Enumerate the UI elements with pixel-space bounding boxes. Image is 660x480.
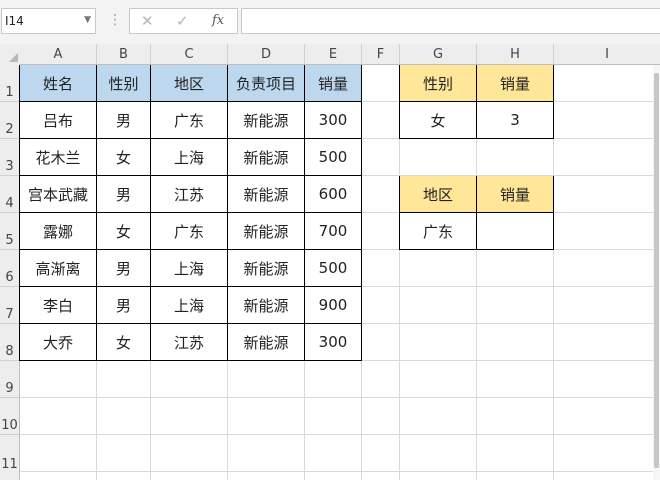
row-header-4[interactable]: 4 [0,176,20,213]
gridline [20,434,660,435]
table-header-cell[interactable]: 性别 [97,65,151,102]
table-cell[interactable]: 新能源 [228,176,305,213]
name-box-value: I14 [5,14,24,28]
column-header-f[interactable]: F [362,44,400,64]
table-cell[interactable]: 江苏 [151,176,228,213]
insert-function-icon[interactable]: fx [212,13,224,28]
row-header-3[interactable]: 3 [0,139,20,176]
row-header-7[interactable]: 7 [0,287,20,324]
formula-input[interactable] [241,8,660,34]
row-number: 3 [5,159,14,174]
lookup-header-cell[interactable]: 地区 [400,176,477,213]
table-cell[interactable]: 500 [305,250,362,287]
formula-buttons: ✕ ✓ fx [129,8,238,34]
table-cell[interactable]: 李白 [20,287,97,324]
table-cell[interactable]: 露娜 [20,213,97,250]
row-number: 10 [1,418,18,433]
table-cell[interactable]: 新能源 [228,324,305,361]
table-cell[interactable]: 女 [97,213,151,250]
chevron-down-icon[interactable]: ▼ [84,15,91,25]
vertical-scrollbar[interactable] [653,65,660,480]
row-number: 4 [5,196,14,211]
table-cell[interactable]: 上海 [151,250,228,287]
table-cell[interactable]: 男 [97,102,151,139]
row-number: 9 [5,381,14,396]
drag-handle-icon[interactable]: ⋮ [108,10,122,30]
table-cell[interactable]: 新能源 [228,139,305,176]
row-header-1[interactable]: 1 [0,65,20,102]
table-cell[interactable]: 男 [97,176,151,213]
table-cell[interactable]: 新能源 [228,213,305,250]
table-header-cell[interactable]: 地区 [151,65,228,102]
row-number: 5 [5,233,14,248]
row-number: 2 [5,122,14,137]
row-header-9[interactable]: 9 [0,361,20,398]
table-cell[interactable]: 500 [305,139,362,176]
row-header-11[interactable]: 11 [0,435,20,480]
column-header-d[interactable]: D [228,44,305,64]
select-all-corner[interactable] [0,44,20,65]
column-header-i[interactable]: I [554,44,660,64]
table-cell[interactable]: 女 [97,139,151,176]
table-cell[interactable]: 男 [97,287,151,324]
table-cell[interactable]: 大乔 [20,324,97,361]
table-cell[interactable]: 女 [97,324,151,361]
table-cell[interactable]: 900 [305,287,362,324]
table-cell[interactable]: 上海 [151,287,228,324]
lookup-result-cell[interactable] [477,213,554,250]
lookup-header-cell[interactable]: 销量 [477,65,554,102]
lookup-header-cell[interactable]: 性别 [400,65,477,102]
table-cell[interactable]: 江苏 [151,324,228,361]
row-number: 6 [5,270,14,285]
table-cell[interactable]: 上海 [151,139,228,176]
table-cell[interactable]: 男 [97,250,151,287]
enter-icon[interactable]: ✓ [176,12,189,30]
table-header-cell[interactable]: 负责项目 [228,65,305,102]
formula-bar: I14 ▼ ⋮ ✕ ✓ fx [0,0,660,44]
table-cell[interactable]: 600 [305,176,362,213]
table-cell[interactable]: 高渐离 [20,250,97,287]
table-cell[interactable]: 700 [305,213,362,250]
row-header-6[interactable]: 6 [0,250,20,287]
table-cell[interactable]: 宫本武藏 [20,176,97,213]
table-cell[interactable]: 广东 [151,102,228,139]
select-all-icon [9,53,18,62]
table-cell[interactable]: 新能源 [228,287,305,324]
lookup-header-cell[interactable]: 销量 [477,176,554,213]
table-cell[interactable]: 300 [305,324,362,361]
lookup-criteria-cell[interactable]: 女 [400,102,477,139]
table-cell[interactable]: 广东 [151,213,228,250]
table-cell[interactable]: 吕布 [20,102,97,139]
gridline [20,397,660,398]
row-number: 7 [5,307,14,322]
table-header-cell[interactable]: 销量 [305,65,362,102]
name-box[interactable]: I14 ▼ [1,8,96,34]
gridline [20,471,660,472]
scrollbar-thumb[interactable] [654,73,659,468]
table-cell[interactable]: 新能源 [228,250,305,287]
table-cell[interactable]: 300 [305,102,362,139]
table-header-cell[interactable]: 姓名 [20,65,97,102]
lookup-result-cell[interactable]: 3 [477,102,554,139]
column-header-c[interactable]: C [151,44,228,64]
table-cell[interactable]: 新能源 [228,102,305,139]
column-header-g[interactable]: G [400,44,477,64]
column-header-h[interactable]: H [477,44,554,64]
row-header-5[interactable]: 5 [0,213,20,250]
row-number: 8 [5,344,14,359]
column-header-row: A B C D E F G H I [0,44,660,65]
row-header-8[interactable]: 8 [0,324,20,361]
row-number: 11 [1,457,18,472]
row-header-10[interactable]: 10 [0,398,20,435]
lookup-criteria-cell[interactable]: 广东 [400,213,477,250]
column-header-e[interactable]: E [305,44,362,64]
cancel-icon[interactable]: ✕ [141,12,154,30]
table-cell[interactable]: 花木兰 [20,139,97,176]
column-header-a[interactable]: A [20,44,97,64]
row-header-2[interactable]: 2 [0,102,20,139]
column-header-b[interactable]: B [97,44,151,64]
row-number: 1 [5,85,14,100]
